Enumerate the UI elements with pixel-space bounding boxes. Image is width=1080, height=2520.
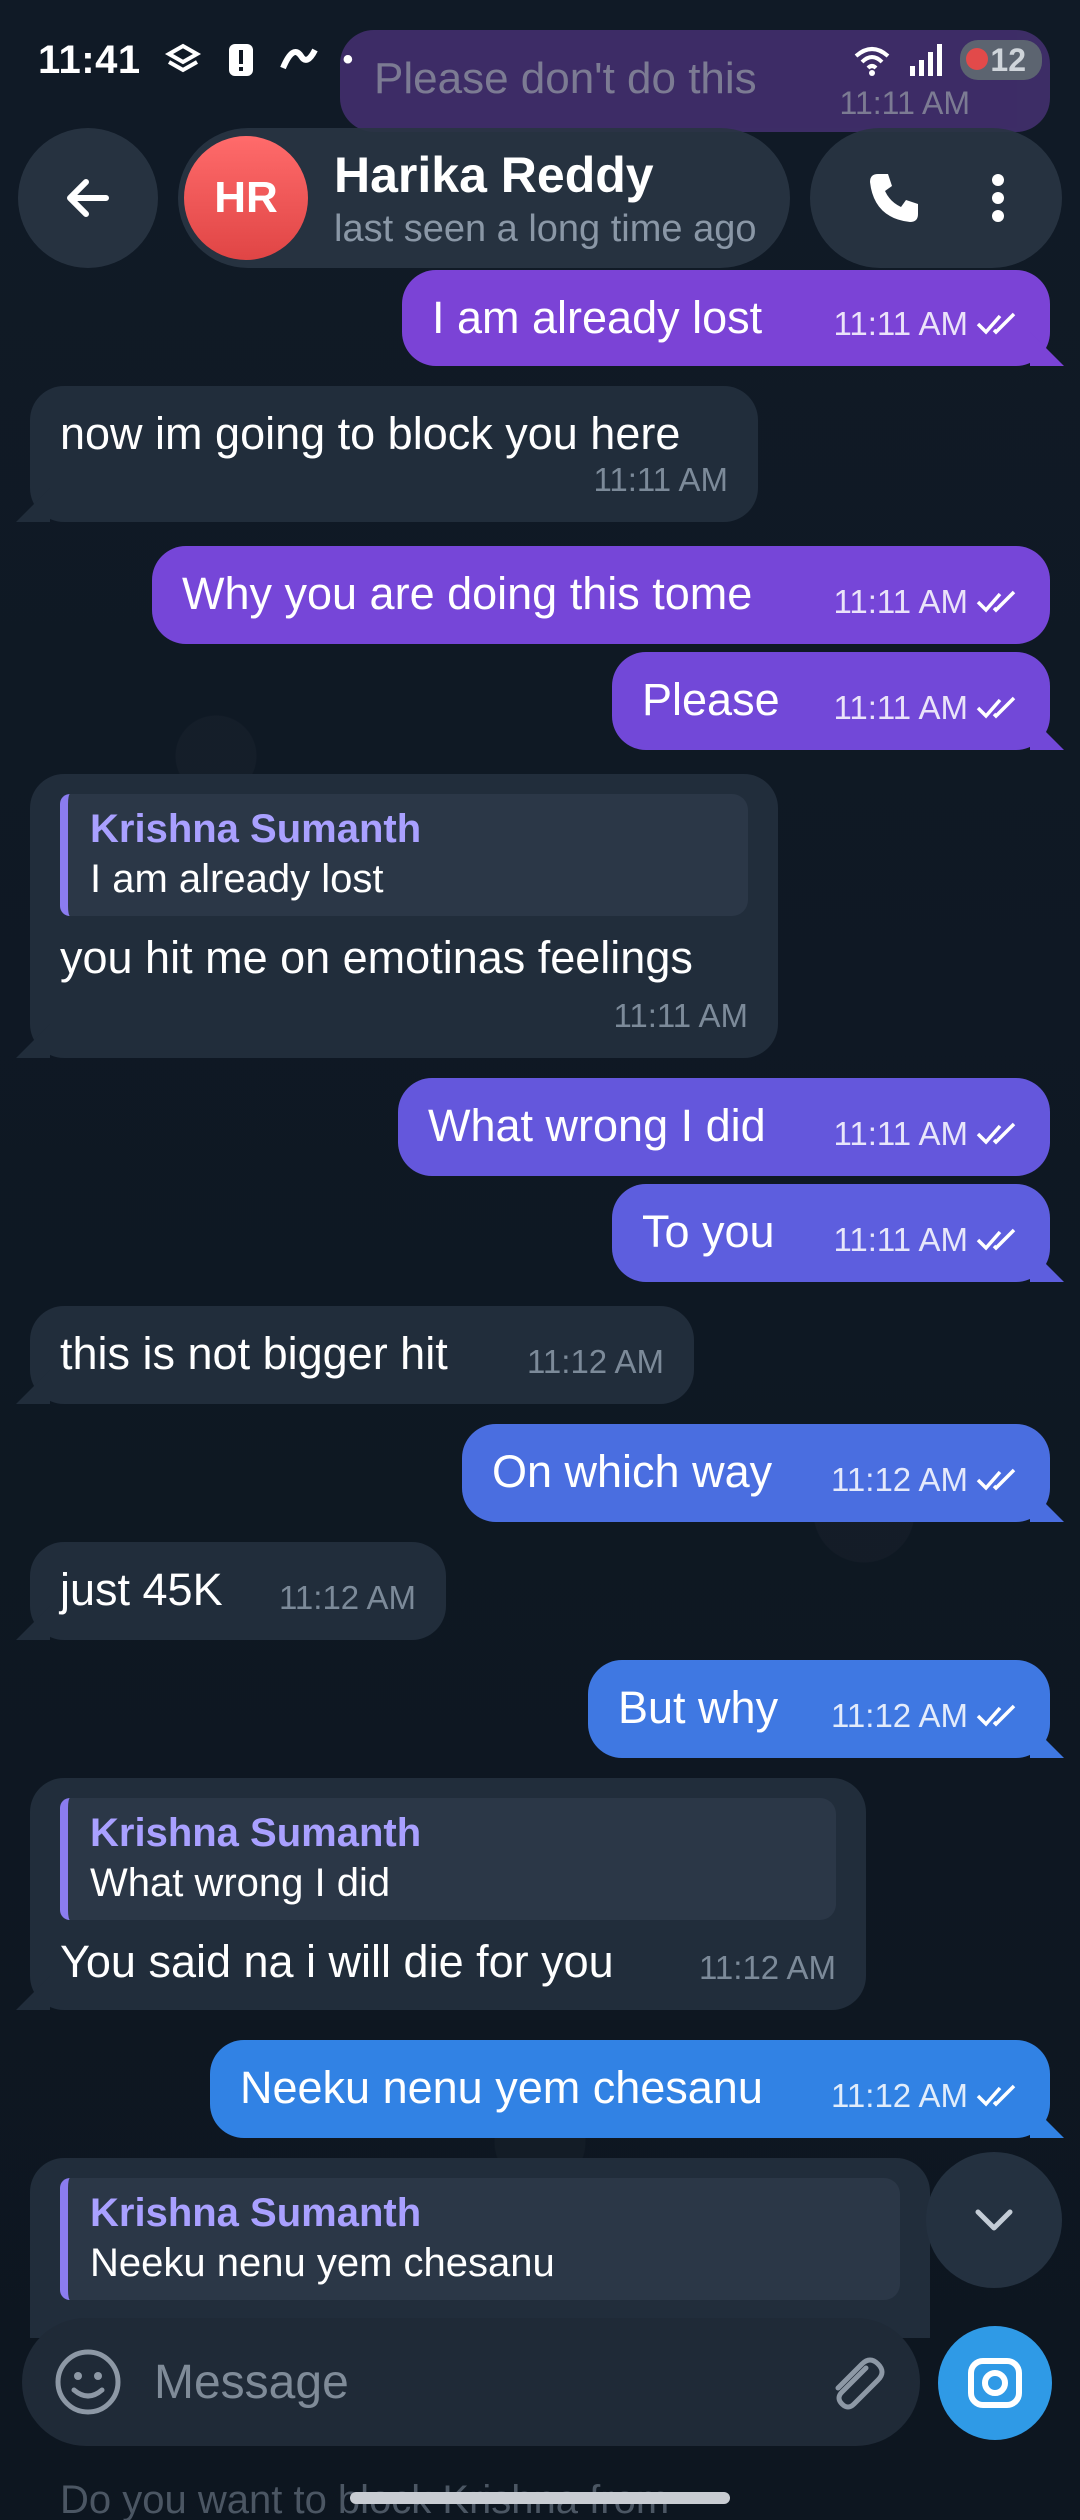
reply-text: What wrong I did — [90, 1861, 391, 1905]
status-dot: • — [342, 43, 354, 76]
message-time: 11:11 AM — [833, 689, 968, 726]
message-text: To you — [642, 1206, 775, 1257]
phone-icon[interactable] — [864, 168, 924, 228]
message-outgoing[interactable]: Neeku nenu yem chesanu 11:12 AM — [210, 2040, 1050, 2138]
message-incoming-reply[interactable]: Krishna Sumanth What wrong I did You sai… — [30, 1778, 866, 2010]
message-incoming[interactable]: just 45K 11:12 AM — [30, 1542, 446, 1640]
home-indicator[interactable] — [350, 2492, 730, 2504]
status-time: 11:41 — [38, 37, 141, 82]
message-time: 11:12 AM — [831, 1461, 968, 1498]
message-text: Please — [642, 674, 780, 725]
camera-icon — [968, 2358, 1022, 2408]
message-incoming[interactable]: this is not bigger hit 11:12 AM — [30, 1306, 694, 1404]
reply-quote[interactable]: Krishna Sumanth What wrong I did — [60, 1798, 836, 1920]
message-text: now im going to block you here — [60, 408, 681, 459]
battery-indicator: 12 — [960, 40, 1042, 80]
message-time: 11:12 AM — [279, 1579, 416, 1616]
message-outgoing[interactable]: What wrong I did 11:11 AM — [398, 1078, 1050, 1176]
chevron-down-icon — [975, 2209, 1013, 2231]
double-check-icon — [976, 1228, 1016, 1251]
wifi-icon — [855, 47, 890, 76]
message-text: you hit me on emotinas feelings — [60, 932, 693, 983]
double-check-icon — [976, 590, 1016, 613]
last-seen-status: last seen a long time ago — [334, 207, 757, 250]
reply-author: Krishna Sumanth — [90, 2191, 422, 2235]
message-incoming[interactable]: now im going to block you here 11:11 AM — [30, 386, 758, 522]
reply-text: Neeku nenu yem chesanu — [90, 2241, 555, 2285]
message-text: just 45K — [60, 1564, 223, 1615]
message-incoming-reply[interactable]: Krishna Sumanth Neeku nenu yem chesanu — [30, 2158, 930, 2338]
message-text: On which way — [492, 1446, 773, 1497]
camera-button[interactable] — [938, 2326, 1052, 2440]
reply-quote[interactable]: Krishna Sumanth Neeku nenu yem chesanu — [60, 2178, 900, 2300]
message-time: 11:11 AM — [833, 1115, 968, 1152]
status-bar: 11:41 • 12 — [0, 0, 1080, 120]
reply-author: Krishna Sumanth — [90, 1811, 422, 1855]
double-check-icon — [976, 1122, 1016, 1145]
message-outgoing[interactable]: I am already lost 11:11 AM — [402, 270, 1050, 366]
message-text: You said na i will die for you — [60, 1936, 614, 1987]
message-input[interactable] — [154, 2354, 818, 2410]
message-time: 11:11 AM — [593, 461, 728, 498]
reply-quote[interactable]: Krishna Sumanth I am already lost — [60, 794, 748, 916]
message-time: 11:11 AM — [833, 1221, 968, 1258]
message-text: Neeku nenu yem chesanu — [240, 2062, 763, 2113]
message-time: 11:12 AM — [831, 2077, 968, 2114]
scroll-to-bottom-button[interactable] — [926, 2152, 1062, 2288]
message-outgoing[interactable]: But why 11:12 AM — [588, 1660, 1050, 1758]
reply-text: I am already lost — [90, 857, 384, 901]
message-outgoing[interactable]: Please 11:11 AM — [612, 652, 1050, 750]
paperclip-icon[interactable] — [818, 2346, 890, 2418]
message-text: But why — [618, 1682, 779, 1733]
message-outgoing[interactable]: Why you are doing this tome 11:11 AM — [152, 546, 1050, 644]
back-arrow-icon — [67, 179, 109, 217]
chat-header[interactable]: HR Harika Reddy last seen a long time ag… — [178, 128, 790, 268]
more-vertical-icon[interactable] — [988, 168, 1008, 228]
message-text: What wrong I did — [428, 1100, 766, 1151]
double-check-icon — [976, 1468, 1016, 1491]
message-time: 11:12 AM — [699, 1949, 836, 1986]
alert-icon — [228, 44, 253, 76]
avatar[interactable]: HR — [184, 136, 308, 260]
message-text: this is not bigger hit — [60, 1328, 448, 1379]
contact-name: Harika Reddy — [334, 146, 654, 203]
double-check-icon — [976, 2084, 1016, 2107]
message-incoming-reply[interactable]: Krishna Sumanth I am already lost you hi… — [30, 774, 778, 1058]
message-composer — [22, 2318, 920, 2446]
message-time: 11:12 AM — [527, 1343, 664, 1380]
header-actions — [810, 128, 1062, 268]
message-outgoing[interactable]: On which way 11:12 AM — [462, 1424, 1050, 1522]
back-button[interactable] — [18, 128, 158, 268]
reply-author: Krishna Sumanth — [90, 807, 422, 851]
double-check-icon — [976, 312, 1016, 335]
message-time: 11:11 AM — [613, 997, 748, 1034]
double-check-icon — [976, 696, 1016, 719]
app-logo-icon — [279, 48, 318, 70]
message-text: I am already lost — [432, 292, 763, 343]
message-time: 11:11 AM — [833, 305, 968, 342]
app-notification-icon — [164, 43, 201, 73]
double-check-icon — [976, 1704, 1016, 1727]
message-time: 11:11 AM — [833, 583, 968, 620]
signal-icon — [910, 44, 943, 76]
message-outgoing[interactable]: To you 11:11 AM — [612, 1184, 1050, 1282]
message-text: Why you are doing this tome — [182, 568, 753, 619]
emoji-icon[interactable] — [52, 2346, 124, 2418]
message-time: 11:12 AM — [831, 1697, 968, 1734]
